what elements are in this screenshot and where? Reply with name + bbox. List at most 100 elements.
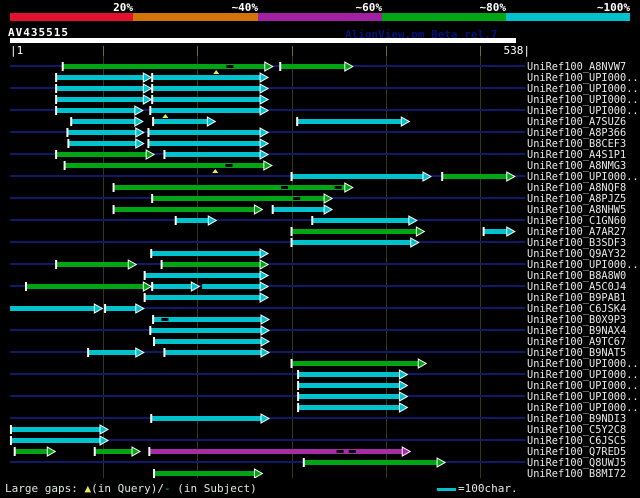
alignment-arrow[interactable]: [398, 391, 409, 402]
alignment-arrow[interactable]: [253, 204, 264, 215]
alignment-arrow[interactable]: [135, 303, 145, 314]
alignment-bar[interactable]: [297, 119, 403, 124]
alignment-bar[interactable]: [291, 174, 424, 179]
alignment-bar[interactable]: [148, 130, 262, 135]
alignment-arrow[interactable]: [260, 413, 271, 424]
alignment-bar[interactable]: [442, 174, 508, 179]
alignment-arrow[interactable]: [206, 116, 217, 127]
alignment-bar[interactable]: [280, 64, 346, 69]
alignment-bar[interactable]: [202, 284, 262, 289]
alignment-bar[interactable]: [14, 449, 49, 454]
alignment-bar[interactable]: [71, 119, 136, 124]
alignment-arrow[interactable]: [127, 259, 138, 270]
alignment-bar[interactable]: [153, 317, 262, 322]
alignment-bar[interactable]: [68, 141, 137, 146]
alignment-bar[interactable]: [113, 185, 346, 190]
alignment-arrow[interactable]: [134, 105, 144, 116]
alignment-bar[interactable]: [150, 328, 262, 333]
alignment-bar[interactable]: [483, 229, 508, 234]
alignment-arrow[interactable]: [259, 127, 270, 138]
alignment-bar[interactable]: [150, 108, 262, 113]
alignment-bar[interactable]: [10, 427, 101, 432]
alignment-bar[interactable]: [175, 218, 210, 223]
alignment-arrow[interactable]: [408, 215, 418, 226]
alignment-arrow[interactable]: [145, 149, 156, 160]
alignment-bar[interactable]: [67, 130, 137, 135]
alignment-arrow[interactable]: [323, 204, 334, 215]
alignment-arrow[interactable]: [410, 237, 420, 248]
alignment-bar[interactable]: [152, 86, 262, 91]
alignment-bar[interactable]: [164, 350, 262, 355]
alignment-arrow[interactable]: [436, 457, 447, 468]
alignment-arrow[interactable]: [135, 127, 145, 138]
alignment-arrow[interactable]: [422, 171, 432, 182]
alignment-arrow[interactable]: [142, 72, 153, 83]
alignment-bar[interactable]: [151, 251, 262, 256]
alignment-bar[interactable]: [148, 141, 262, 146]
alignment-bar[interactable]: [161, 262, 262, 267]
alignment-bar[interactable]: [56, 108, 136, 113]
alignment-arrow[interactable]: [142, 281, 153, 292]
alignment-arrow[interactable]: [259, 105, 270, 116]
alignment-bar[interactable]: [152, 97, 262, 102]
alignment-arrow[interactable]: [260, 314, 271, 325]
alignment-arrow[interactable]: [344, 61, 354, 72]
alignment-arrow[interactable]: [401, 446, 412, 457]
alignment-arrow[interactable]: [131, 446, 142, 457]
alignment-arrow[interactable]: [93, 303, 104, 314]
alignment-bar[interactable]: [298, 372, 401, 377]
alignment-bar[interactable]: [144, 295, 262, 300]
row-label[interactable]: UniRef100_B8MI72: [527, 468, 626, 478]
alignment-arrow[interactable]: [135, 347, 145, 358]
alignment-bar[interactable]: [10, 306, 96, 311]
alignment-arrow[interactable]: [398, 402, 409, 413]
alignment-bar[interactable]: [152, 75, 262, 80]
alignment-arrow[interactable]: [46, 446, 57, 457]
alignment-bar[interactable]: [105, 306, 137, 311]
alignment-arrow[interactable]: [417, 358, 428, 369]
alignment-bar[interactable]: [64, 163, 265, 168]
alignment-bar[interactable]: [298, 394, 401, 399]
alignment-arrow[interactable]: [259, 259, 270, 270]
alignment-bar[interactable]: [291, 229, 418, 234]
alignment-arrow[interactable]: [260, 347, 271, 358]
alignment-arrow[interactable]: [134, 116, 144, 127]
alignment-arrow[interactable]: [190, 281, 201, 292]
alignment-arrow[interactable]: [260, 336, 271, 347]
alignment-bar[interactable]: [56, 262, 130, 267]
alignment-arrow[interactable]: [259, 248, 270, 259]
alignment-arrow[interactable]: [253, 468, 264, 478]
alignment-bar[interactable]: [56, 75, 145, 80]
alignment-bar[interactable]: [154, 471, 256, 476]
alignment-arrow[interactable]: [259, 149, 270, 160]
alignment-arrow[interactable]: [506, 226, 516, 237]
alignment-arrow[interactable]: [344, 182, 354, 193]
alignment-bar[interactable]: [312, 218, 410, 223]
alignment-arrow[interactable]: [398, 369, 409, 380]
alignment-arrow[interactable]: [264, 61, 274, 72]
alignment-arrow[interactable]: [506, 171, 516, 182]
alignment-bar[interactable]: [26, 284, 145, 289]
alignment-arrow[interactable]: [259, 292, 270, 303]
alignment-bar[interactable]: [154, 339, 262, 344]
alignment-bar[interactable]: [291, 240, 412, 245]
alignment-bar[interactable]: [151, 416, 262, 421]
alignment-bar[interactable]: [113, 207, 256, 212]
alignment-bar[interactable]: [10, 438, 101, 443]
alignment-bar[interactable]: [88, 350, 137, 355]
alignment-arrow[interactable]: [135, 138, 145, 149]
alignment-arrow[interactable]: [142, 94, 153, 105]
alignment-bar[interactable]: [62, 64, 266, 69]
alignment-arrow[interactable]: [323, 193, 334, 204]
alignment-arrow[interactable]: [415, 226, 426, 237]
alignment-arrow[interactable]: [207, 215, 218, 226]
alignment-bar[interactable]: [56, 97, 145, 102]
alignment-arrow[interactable]: [259, 138, 270, 149]
alignment-bar[interactable]: [144, 273, 262, 278]
alignment-arrow[interactable]: [398, 380, 409, 391]
alignment-arrow[interactable]: [259, 94, 270, 105]
alignment-bar[interactable]: [272, 207, 326, 212]
alignment-arrow[interactable]: [142, 83, 153, 94]
alignment-arrow[interactable]: [260, 325, 271, 336]
alignment-bar[interactable]: [94, 449, 133, 454]
